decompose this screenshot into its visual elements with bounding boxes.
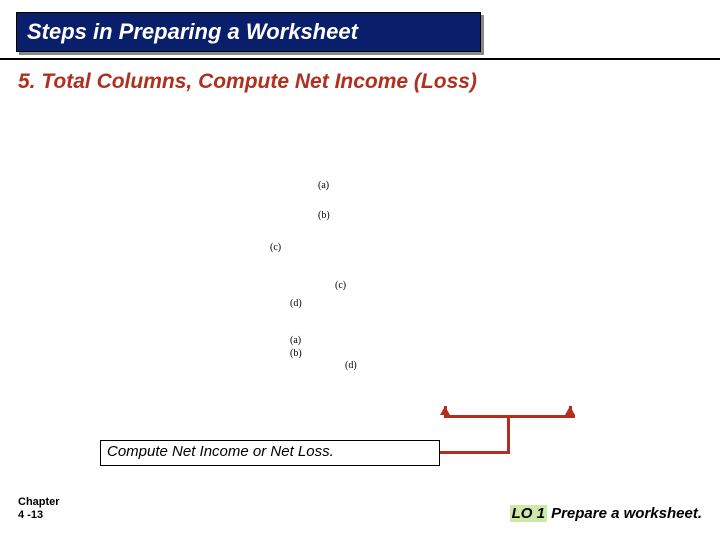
label-c1: (c) bbox=[270, 242, 281, 253]
callout-text: Compute Net Income or Net Loss. bbox=[107, 443, 334, 460]
chapter-line2: 4 -13 bbox=[18, 509, 43, 521]
connector-stem bbox=[507, 415, 510, 451]
connector-horizontal bbox=[440, 451, 510, 454]
label-a2: (a) bbox=[290, 335, 301, 346]
chapter-line1: Chapter bbox=[18, 496, 60, 508]
lo-prefix: LO 1 bbox=[510, 505, 547, 522]
label-b2: (b) bbox=[290, 348, 302, 359]
label-a1: (a) bbox=[318, 180, 329, 191]
label-b1: (b) bbox=[318, 210, 330, 221]
chapter-label: Chapter 4 -13 bbox=[18, 496, 60, 522]
label-d1: (d) bbox=[290, 298, 302, 309]
connector-branch bbox=[445, 400, 575, 430]
label-c2: (c) bbox=[335, 280, 346, 291]
learning-objective: LO 1 Prepare a worksheet. bbox=[510, 505, 702, 522]
connector-hbar bbox=[445, 415, 575, 418]
arrow-up-right-icon bbox=[565, 406, 575, 415]
arrow-up-left-icon bbox=[440, 406, 450, 415]
label-d2: (d) bbox=[345, 360, 357, 371]
callout-box: Compute Net Income or Net Loss. bbox=[100, 440, 440, 466]
lo-text: Prepare a worksheet. bbox=[547, 505, 702, 522]
